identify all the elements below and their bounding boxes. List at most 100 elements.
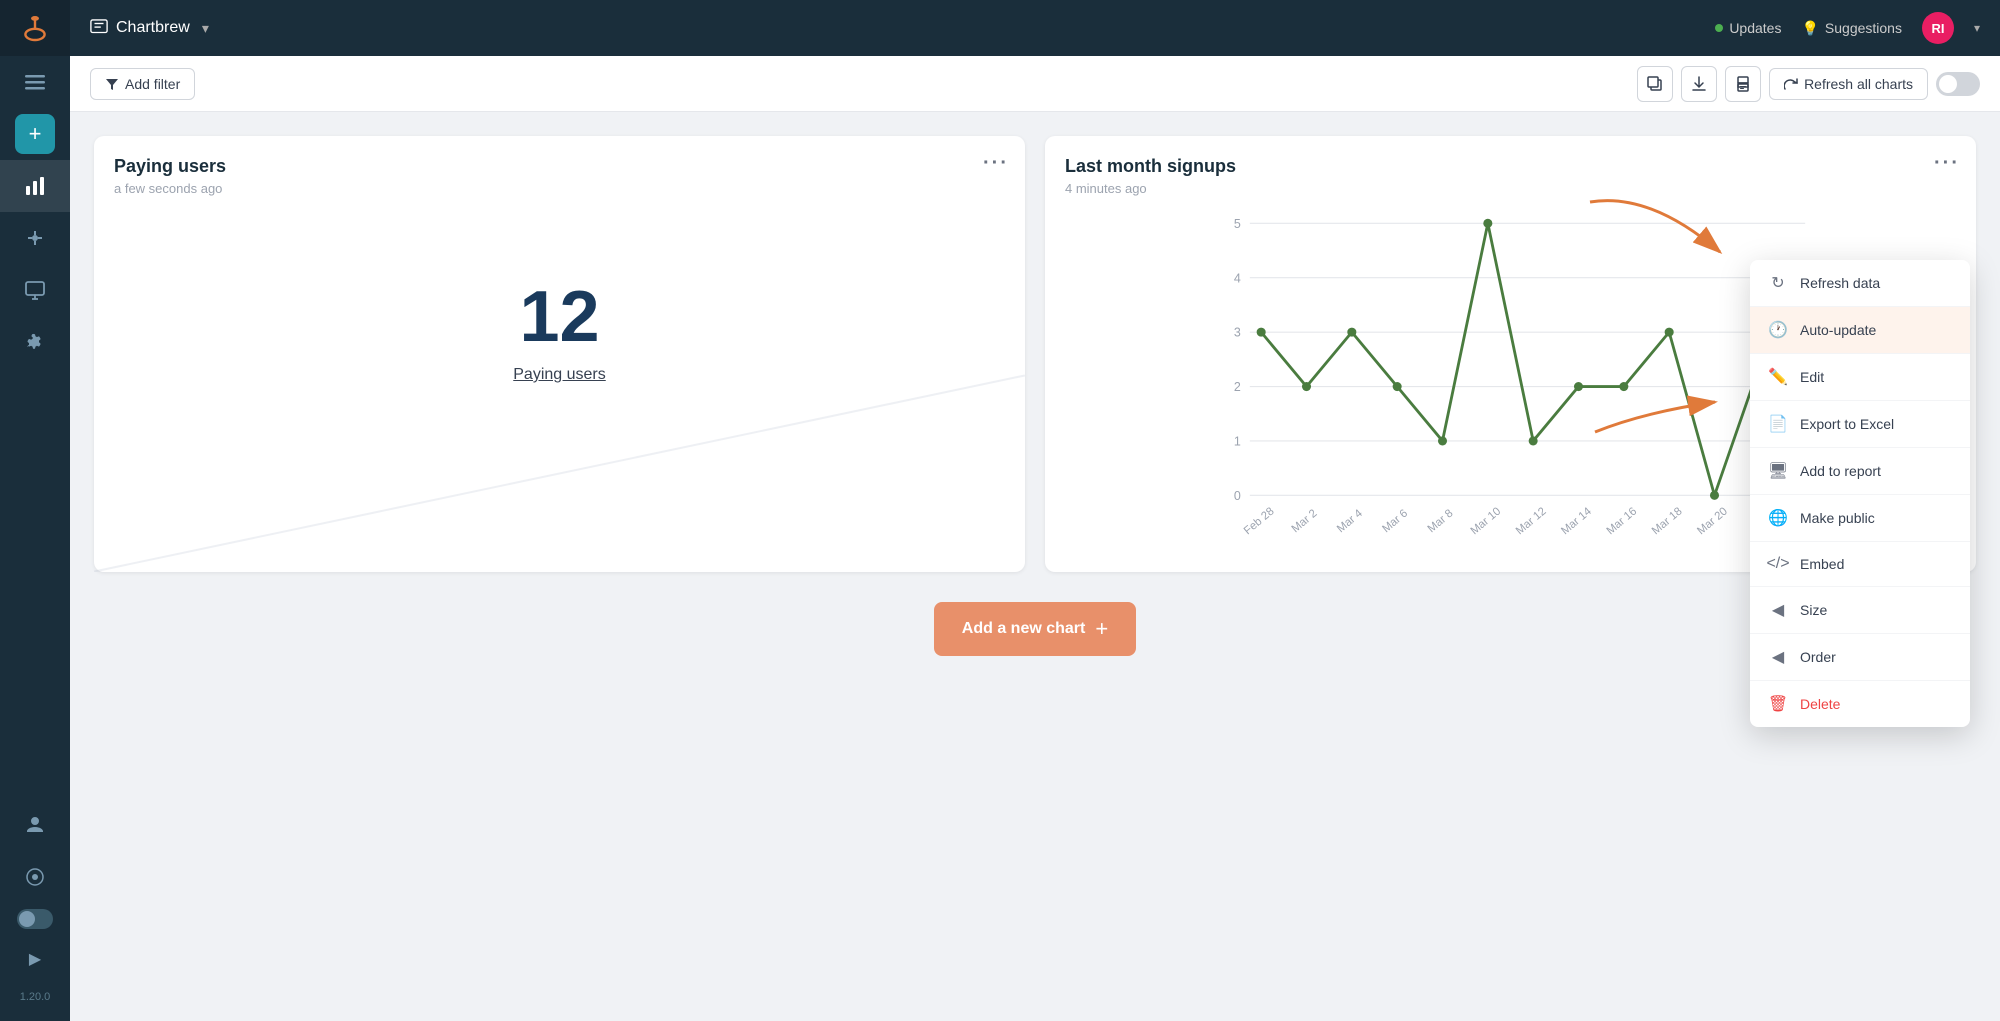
sidebar-item-user[interactable] [0,799,70,851]
download-icon [1691,76,1707,92]
charts-grid: Paying users a few seconds ago ··· 1 2 Pa… [94,136,1976,572]
paying-users-subtitle: a few seconds ago [114,181,1005,196]
menu-label-make-public: Make public [1800,510,1875,526]
svg-text:Mar 10: Mar 10 [1469,505,1504,537]
chart-dot [1347,328,1356,337]
chart-dot [1710,491,1719,500]
add-filter-label: Add filter [125,76,180,92]
svg-text:Mar 2: Mar 2 [1290,507,1320,535]
updates-label: Updates [1729,20,1781,36]
svg-text:Mar 8: Mar 8 [1426,507,1456,535]
menu-item-add-to-report[interactable]: 🖥 Add to report [1750,448,1970,494]
user-menu-chevron[interactable]: ▾ [1974,21,1980,35]
add-filter-button[interactable]: Add filter [90,68,195,100]
sidebar-item-monitor[interactable] [0,264,70,316]
chevron-left-size-icon: ◀ [1768,600,1788,620]
menu-label-embed: Embed [1800,556,1844,572]
sidebar-theme-toggle[interactable] [17,909,53,929]
menu-label-export-excel: Export to Excel [1800,416,1894,432]
chart-dot [1529,436,1538,445]
sidebar-bottom: ▶ 1.20.0 [0,799,70,1021]
menu-item-size[interactable]: ◀ Size [1750,587,1970,633]
copy-icon [1647,76,1663,92]
menu-item-auto-update[interactable]: 🕐 Auto-update [1750,307,1970,353]
sidebar-add-button[interactable]: + [15,114,55,154]
add-new-chart-label: Add a new chart [962,620,1086,638]
add-chart-area: Add a new chart + [94,602,1976,656]
paying-users-card: Paying users a few seconds ago ··· 12 Pa… [94,136,1025,572]
chart-dot [1393,382,1402,391]
menu-label-auto-update: Auto-update [1800,322,1876,338]
menu-item-refresh-data[interactable]: ↻ Refresh data [1750,260,1970,306]
topbar-title: Chartbrew ▾ [90,19,209,37]
user-avatar[interactable]: RI [1922,12,1954,44]
paying-users-value-label: Paying users [114,366,1005,384]
menu-label-add-to-report: Add to report [1800,463,1881,479]
trash-icon: 🗑 [1768,694,1788,714]
chart-dot [1619,382,1628,391]
add-chart-plus-icon: + [1095,616,1108,642]
updates-dot [1715,24,1723,32]
svg-text:0: 0 [1234,489,1241,503]
chart-dot [1257,328,1266,337]
toolbar-right: Refresh all charts [1637,66,1980,102]
menu-item-embed[interactable]: </> Embed [1750,542,1970,586]
sidebar-item-charts[interactable] [0,160,70,212]
menu-label-size: Size [1800,602,1827,618]
menu-label-refresh-data: Refresh data [1800,275,1880,291]
svg-text:Mar 18: Mar 18 [1650,505,1685,537]
svg-text:Mar 6: Mar 6 [1380,507,1410,535]
sidebar-logo[interactable] [0,0,70,56]
sidebar: + [0,0,70,1021]
signups-title: Last month signups [1065,156,1956,177]
topbar-app-name: Chartbrew [116,19,190,37]
chart-dot [1483,219,1492,228]
refresh-all-label: Refresh all charts [1804,76,1913,92]
add-new-chart-button[interactable]: Add a new chart + [934,602,1136,656]
svg-text:4: 4 [1234,271,1241,285]
menu-item-delete[interactable]: 🗑 Delete [1750,681,1970,727]
sidebar-item-org-settings[interactable] [0,851,70,903]
suggestions-button[interactable]: 💡 Suggestions [1801,20,1902,37]
code-icon: </> [1768,555,1788,573]
sidebar-item-settings[interactable] [0,316,70,368]
suggestions-label: Suggestions [1825,20,1902,36]
chart-dot [1574,382,1583,391]
file-icon: 📄 [1768,414,1788,434]
refresh-all-button[interactable]: Refresh all charts [1769,68,1928,100]
print-icon-button[interactable] [1725,66,1761,102]
sidebar-collapse-button[interactable]: ▶ [0,935,70,983]
topbar-right: Updates 💡 Suggestions RI ▾ [1715,12,1980,44]
sidebar-item-connections[interactable] [0,212,70,264]
chart-dot [1302,382,1311,391]
svg-text:5: 5 [1234,217,1241,231]
menu-label-order: Order [1800,649,1836,665]
chart-dot [1438,436,1447,445]
topbar-dropdown-icon[interactable]: ▾ [202,20,209,37]
refresh-all-icon [1784,77,1798,91]
updates-indicator[interactable]: Updates [1715,20,1781,36]
chart-dot [1665,328,1674,337]
menu-item-export-excel[interactable]: 📄 Export to Excel [1750,401,1970,447]
edit-icon: ✏️ [1768,367,1788,387]
signups-menu-button[interactable]: ··· [1934,152,1960,175]
copy-icon-button[interactable] [1637,66,1673,102]
app-version: 1.20.0 [20,983,51,1011]
menu-label-edit: Edit [1800,369,1824,385]
suggestions-icon: 💡 [1801,20,1818,37]
menu-item-make-public[interactable]: 🌐 Make public [1750,495,1970,541]
sidebar-item-menu[interactable] [0,56,70,108]
svg-text:Mar 16: Mar 16 [1605,505,1640,537]
svg-text:Mar 14: Mar 14 [1559,505,1594,537]
menu-item-edit[interactable]: ✏️ Edit [1750,354,1970,400]
paying-users-menu-button[interactable]: ··· [983,152,1009,175]
auto-refresh-toggle[interactable] [1936,72,1980,96]
svg-text:1: 1 [1234,434,1241,448]
filter-icon [105,77,119,91]
svg-text:2: 2 [1234,380,1241,394]
menu-item-order[interactable]: ◀ Order [1750,634,1970,680]
paying-users-title: Paying users [114,156,1005,177]
download-icon-button[interactable] [1681,66,1717,102]
globe-icon: 🌐 [1768,508,1788,528]
svg-text:Mar 20: Mar 20 [1695,505,1730,537]
